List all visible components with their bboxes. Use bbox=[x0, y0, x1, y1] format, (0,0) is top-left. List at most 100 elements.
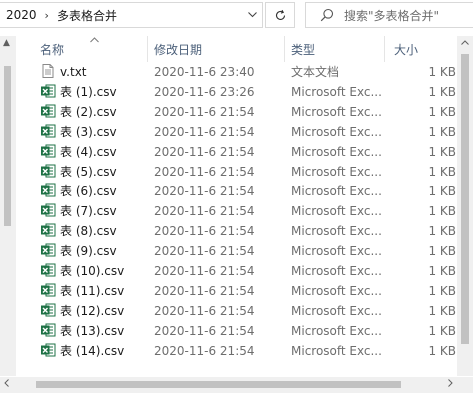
file-date: 2020-11-6 23:26 bbox=[154, 84, 255, 99]
column-type-header[interactable]: 类型 bbox=[275, 36, 375, 62]
file-name: v.txt bbox=[60, 65, 87, 79]
file-name-cell: 表 (13).csv bbox=[40, 321, 150, 341]
excel-csv-icon bbox=[41, 104, 56, 118]
excel-csv-icon bbox=[41, 243, 56, 257]
file-row[interactable]: 表 (4).csv 2020-11-6 21:54 Microsoft Exc...… bbox=[24, 142, 457, 162]
breadcrumb-current-folder[interactable]: 多表格合并 bbox=[57, 7, 117, 24]
excel-csv-icon bbox=[41, 84, 56, 98]
file-row[interactable]: 表 (3).csv 2020-11-6 21:54 Microsoft Exc...… bbox=[24, 122, 457, 142]
address-bar[interactable]: 2020 › 多表格合并 bbox=[0, 2, 263, 28]
file-name: 表 (1).csv bbox=[60, 84, 117, 99]
excel-csv-icon bbox=[41, 303, 56, 317]
file-row[interactable]: 表 (13).csv 2020-11-6 21:54 Microsoft Exc..… bbox=[24, 321, 457, 341]
file-size: 1 KB bbox=[428, 124, 456, 139]
file-date: 2020-11-6 21:54 bbox=[154, 323, 255, 338]
file-name-cell: 表 (2).csv bbox=[40, 102, 150, 122]
file-type: Microsoft Exc... bbox=[291, 264, 382, 279]
file-type: Microsoft Exc... bbox=[291, 164, 382, 179]
file-list: v.txt 2020-11-6 23:40 文本文档 1 KB 表 (1).csv 202… bbox=[24, 62, 457, 361]
file-date: 2020-11-6 21:54 bbox=[154, 124, 255, 139]
scroll-left-arrow-icon[interactable] bbox=[4, 379, 9, 390]
file-row[interactable]: 表 (14).csv 2020-11-6 21:54 Microsoft Exc..… bbox=[24, 341, 457, 361]
file-list-vertical-scrollbar[interactable] bbox=[457, 36, 473, 376]
file-row[interactable]: 表 (12).csv 2020-11-6 21:54 Microsoft Exc..… bbox=[24, 301, 457, 321]
refresh-button[interactable] bbox=[265, 2, 295, 28]
file-name-cell: v.txt bbox=[40, 62, 150, 82]
file-explorer-window: 2020 › 多表格合并 搜索"多表格合并" ▲ 名称 修改日期 类型 大小 v… bbox=[0, 0, 473, 399]
file-name-cell: 表 (7).csv bbox=[40, 201, 150, 221]
file-name-cell: 表 (5).csv bbox=[40, 162, 150, 182]
file-size: 1 KB bbox=[428, 144, 456, 159]
file-name-cell: 表 (12).csv bbox=[40, 301, 150, 321]
file-date: 2020-11-6 21:54 bbox=[154, 283, 255, 298]
file-size: 1 KB bbox=[428, 204, 456, 219]
file-row[interactable]: 表 (7).csv 2020-11-6 21:54 Microsoft Exc...… bbox=[24, 201, 457, 221]
file-size: 1 KB bbox=[428, 343, 456, 358]
file-name-cell: 表 (6).csv bbox=[40, 181, 150, 201]
file-type: Microsoft Exc... bbox=[291, 224, 382, 239]
search-input[interactable]: 搜索"多表格合并" bbox=[305, 2, 473, 28]
file-name-cell: 表 (8).csv bbox=[40, 221, 150, 241]
file-row[interactable]: 表 (11).csv 2020-11-6 21:54 Microsoft Exc..… bbox=[24, 281, 457, 301]
column-date-header[interactable]: 修改日期 bbox=[138, 36, 274, 62]
excel-csv-icon bbox=[41, 183, 56, 197]
file-row[interactable]: v.txt 2020-11-6 23:40 文本文档 1 KB bbox=[24, 62, 457, 82]
file-name: 表 (14).csv bbox=[60, 343, 125, 358]
file-type: Microsoft Exc... bbox=[291, 144, 382, 159]
file-size: 1 KB bbox=[428, 84, 456, 99]
file-name-cell: 表 (9).csv bbox=[40, 241, 150, 261]
vertical-scroll-thumb[interactable] bbox=[461, 54, 469, 344]
nav-pane-scrollbar[interactable]: ▲ bbox=[0, 36, 16, 376]
file-name: 表 (6).csv bbox=[60, 184, 117, 199]
column-size-header[interactable]: 大小 bbox=[378, 36, 448, 62]
excel-csv-icon bbox=[41, 323, 56, 337]
file-type: Microsoft Exc... bbox=[291, 124, 382, 139]
file-name-cell: 表 (10).csv bbox=[40, 261, 150, 281]
excel-csv-icon bbox=[41, 203, 56, 217]
file-date: 2020-11-6 21:54 bbox=[154, 303, 255, 318]
file-name: 表 (11).csv bbox=[60, 283, 125, 298]
file-type: Microsoft Exc... bbox=[291, 204, 382, 219]
file-row[interactable]: 表 (8).csv 2020-11-6 21:54 Microsoft Exc...… bbox=[24, 221, 457, 241]
scroll-up-arrow-icon[interactable]: ▲ bbox=[3, 38, 10, 48]
file-list-horizontal-scrollbar[interactable] bbox=[0, 377, 457, 393]
breadcrumb-2020[interactable]: 2020 bbox=[6, 8, 37, 22]
excel-csv-icon bbox=[41, 263, 56, 277]
nav-pane-scroll-thumb[interactable] bbox=[4, 66, 11, 226]
chevron-down-icon[interactable] bbox=[242, 3, 262, 27]
breadcrumb-separator[interactable]: › bbox=[45, 9, 49, 22]
file-row[interactable]: 表 (6).csv 2020-11-6 21:54 Microsoft Exc...… bbox=[24, 181, 457, 201]
file-name: 表 (3).csv bbox=[60, 124, 117, 139]
file-name-cell: 表 (11).csv bbox=[40, 281, 150, 301]
address-bar-row: 2020 › 多表格合并 搜索"多表格合并" bbox=[0, 0, 473, 32]
file-size: 1 KB bbox=[428, 65, 456, 79]
file-row[interactable]: 表 (10).csv 2020-11-6 21:54 Microsoft Exc..… bbox=[24, 261, 457, 281]
file-name-cell: 表 (14).csv bbox=[40, 341, 150, 361]
file-date: 2020-11-6 21:54 bbox=[154, 264, 255, 279]
scroll-up-arrow-icon[interactable] bbox=[461, 38, 469, 48]
file-date: 2020-11-6 21:54 bbox=[154, 144, 255, 159]
excel-csv-icon bbox=[41, 164, 56, 178]
horizontal-scroll-thumb[interactable] bbox=[36, 381, 401, 388]
file-row[interactable]: 表 (2).csv 2020-11-6 21:54 Microsoft Exc...… bbox=[24, 102, 457, 122]
file-row[interactable]: 表 (9).csv 2020-11-6 21:54 Microsoft Exc...… bbox=[24, 241, 457, 261]
excel-csv-icon bbox=[41, 144, 56, 158]
file-name: 表 (12).csv bbox=[60, 303, 125, 318]
file-size: 1 KB bbox=[428, 264, 456, 279]
column-name-header[interactable]: 名称 bbox=[24, 36, 140, 62]
file-name: 表 (10).csv bbox=[60, 264, 125, 279]
excel-csv-icon bbox=[41, 124, 56, 138]
file-row[interactable]: 表 (1).csv 2020-11-6 23:26 Microsoft Exc...… bbox=[24, 82, 457, 102]
file-size: 1 KB bbox=[428, 244, 456, 259]
file-date: 2020-11-6 21:54 bbox=[154, 224, 255, 239]
file-size: 1 KB bbox=[428, 224, 456, 239]
file-type: Microsoft Exc... bbox=[291, 184, 382, 199]
file-date: 2020-11-6 21:54 bbox=[154, 343, 255, 358]
file-size: 1 KB bbox=[428, 303, 456, 318]
file-size: 1 KB bbox=[428, 164, 456, 179]
file-row[interactable]: 表 (5).csv 2020-11-6 21:54 Microsoft Exc...… bbox=[24, 162, 457, 182]
scroll-right-arrow-icon[interactable] bbox=[448, 379, 453, 390]
file-name: 表 (9).csv bbox=[60, 244, 117, 259]
excel-csv-icon bbox=[41, 283, 56, 297]
refresh-icon bbox=[275, 9, 285, 20]
